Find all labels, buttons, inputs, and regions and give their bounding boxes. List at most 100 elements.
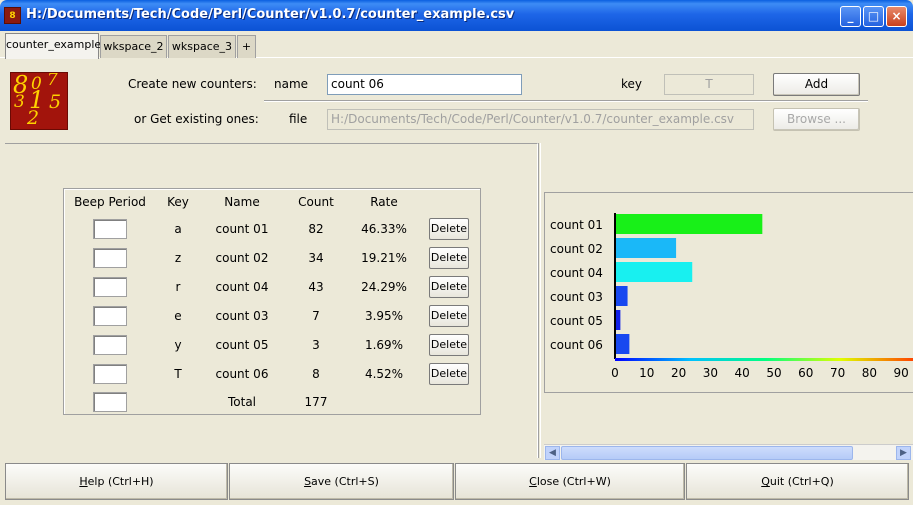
beep-period-input[interactable] bbox=[93, 306, 127, 326]
beep-period-input[interactable] bbox=[93, 364, 127, 384]
quit-button[interactable]: Quit (Ctrl+Q) bbox=[686, 463, 909, 500]
row-name: count 02 bbox=[215, 251, 269, 265]
row-name: count 01 bbox=[215, 222, 269, 236]
key-input[interactable]: T bbox=[664, 74, 754, 95]
browse-button[interactable]: Browse ... bbox=[773, 108, 860, 131]
x-tick-label: 0 bbox=[611, 366, 619, 380]
name-input[interactable]: count 06 bbox=[327, 74, 522, 95]
file-input[interactable]: H:/Documents/Tech/Code/Perl/Counter/v1.0… bbox=[327, 109, 754, 130]
row-key: e bbox=[174, 309, 182, 323]
key-label: key bbox=[621, 77, 643, 91]
bar-count-02 bbox=[615, 238, 677, 258]
header-rate: Rate bbox=[370, 195, 398, 209]
bar-count-03 bbox=[615, 286, 628, 306]
chart-panel: count 01 count 02 count 04 count 03 count 05… bbox=[544, 192, 913, 393]
scroll-thumb[interactable] bbox=[561, 446, 853, 460]
category-label: count 03 bbox=[550, 290, 603, 304]
row-name: count 04 bbox=[215, 280, 269, 294]
header-separator bbox=[264, 100, 868, 102]
close-label: lose (Ctrl+W) bbox=[536, 475, 611, 488]
x-tick-label: 90 bbox=[894, 366, 909, 380]
category-label: count 04 bbox=[550, 266, 603, 280]
category-label: count 02 bbox=[550, 242, 603, 256]
beep-period-input[interactable] bbox=[93, 248, 127, 268]
create-counters-label: Create new counters: bbox=[128, 77, 257, 91]
header-name: Name bbox=[224, 195, 260, 209]
row-rate: 46.33% bbox=[361, 222, 407, 236]
total-value: 177 bbox=[304, 395, 328, 409]
bar-count-04 bbox=[615, 262, 693, 282]
x-tick-label: 80 bbox=[862, 366, 877, 380]
minimize-button[interactable]: _ bbox=[840, 6, 861, 27]
row-rate: 19.21% bbox=[361, 251, 407, 265]
category-label: count 05 bbox=[550, 314, 603, 328]
name-label: name bbox=[274, 77, 309, 91]
x-tick-label: 70 bbox=[830, 366, 845, 380]
add-tab-button[interactable]: + bbox=[237, 35, 256, 58]
help-label: elp (Ctrl+H) bbox=[87, 475, 154, 488]
x-tick-label: 20 bbox=[671, 366, 686, 380]
close-hotkey: C bbox=[529, 475, 537, 488]
x-tick-label: 50 bbox=[766, 366, 781, 380]
row-count: 7 bbox=[312, 309, 320, 323]
close-button[interactable]: Close (Ctrl+W) bbox=[455, 463, 685, 500]
delete-button[interactable]: Delete bbox=[429, 305, 469, 327]
bar-count-01 bbox=[615, 214, 763, 234]
quit-label: uit (Ctrl+Q) bbox=[769, 475, 834, 488]
beep-period-input[interactable] bbox=[93, 219, 127, 239]
row-key: T bbox=[174, 367, 182, 381]
panel-splitter[interactable] bbox=[538, 143, 541, 458]
window-title: H:/Documents/Tech/Code/Perl/Counter/v1.0… bbox=[26, 7, 515, 22]
tab-bar: counter_example wkspace_2 wkspace_3 + bbox=[0, 31, 913, 59]
close-window-button[interactable]: × bbox=[886, 6, 907, 27]
add-button[interactable]: Add bbox=[773, 73, 860, 96]
row-key: a bbox=[174, 222, 182, 236]
get-existing-label: or Get existing ones: bbox=[134, 112, 259, 126]
chart-horizontal-scrollbar[interactable]: ◀ ▶ bbox=[544, 444, 913, 460]
row-rate: 24.29% bbox=[361, 280, 407, 294]
delete-button[interactable]: Delete bbox=[429, 276, 469, 298]
beep-period-input[interactable] bbox=[93, 277, 127, 297]
delete-button[interactable]: Delete bbox=[429, 363, 469, 385]
delete-button[interactable]: Delete bbox=[429, 334, 469, 356]
row-rate: 4.52% bbox=[364, 367, 404, 381]
row-key: y bbox=[174, 338, 182, 352]
scroll-right-arrow[interactable]: ▶ bbox=[896, 446, 911, 460]
title-bar: 8 H:/Documents/Tech/Code/Perl/Counter/v1… bbox=[0, 0, 913, 31]
row-count: 34 bbox=[308, 251, 324, 265]
row-name: count 05 bbox=[215, 338, 269, 352]
x-tick-label: 40 bbox=[735, 366, 750, 380]
save-button[interactable]: Save (Ctrl+S) bbox=[229, 463, 454, 500]
row-count: 8 bbox=[312, 367, 320, 381]
beep-period-input[interactable] bbox=[93, 335, 127, 355]
row-rate: 1.69% bbox=[364, 338, 404, 352]
row-key: z bbox=[174, 251, 182, 265]
help-button[interactable]: Help (Ctrl+H) bbox=[5, 463, 228, 500]
total-beep-input[interactable] bbox=[93, 392, 127, 412]
maximize-button[interactable]: □ bbox=[863, 6, 884, 27]
row-key: r bbox=[175, 280, 181, 294]
x-axis bbox=[615, 358, 913, 361]
row-count: 82 bbox=[308, 222, 324, 236]
tab-wkspace-3[interactable]: wkspace_3 bbox=[168, 35, 236, 58]
x-tick-label: 30 bbox=[703, 366, 718, 380]
header-beep-period: Beep Period bbox=[74, 195, 146, 209]
app-logo: 8 0 7 3 1 5 2 bbox=[10, 72, 68, 130]
help-hotkey: H bbox=[79, 475, 88, 488]
bar-chart: count 01 count 02 count 04 count 03 count 05… bbox=[550, 213, 913, 380]
bar-count-06 bbox=[615, 334, 630, 354]
row-name: count 06 bbox=[215, 367, 269, 381]
row-count: 3 bbox=[312, 338, 320, 352]
category-label: count 01 bbox=[550, 218, 603, 232]
save-label: ave (Ctrl+S) bbox=[311, 475, 379, 488]
delete-button[interactable]: Delete bbox=[429, 218, 469, 240]
total-label: Total bbox=[227, 395, 257, 409]
tab-counter-example[interactable]: counter_example bbox=[5, 33, 101, 59]
delete-button[interactable]: Delete bbox=[429, 247, 469, 269]
scroll-left-arrow[interactable]: ◀ bbox=[545, 446, 560, 460]
app-icon: 8 bbox=[4, 7, 21, 24]
tab-wkspace-2[interactable]: wkspace_2 bbox=[100, 35, 167, 58]
row-name: count 03 bbox=[215, 309, 269, 323]
save-hotkey: S bbox=[304, 475, 312, 488]
row-rate: 3.95% bbox=[364, 309, 404, 323]
